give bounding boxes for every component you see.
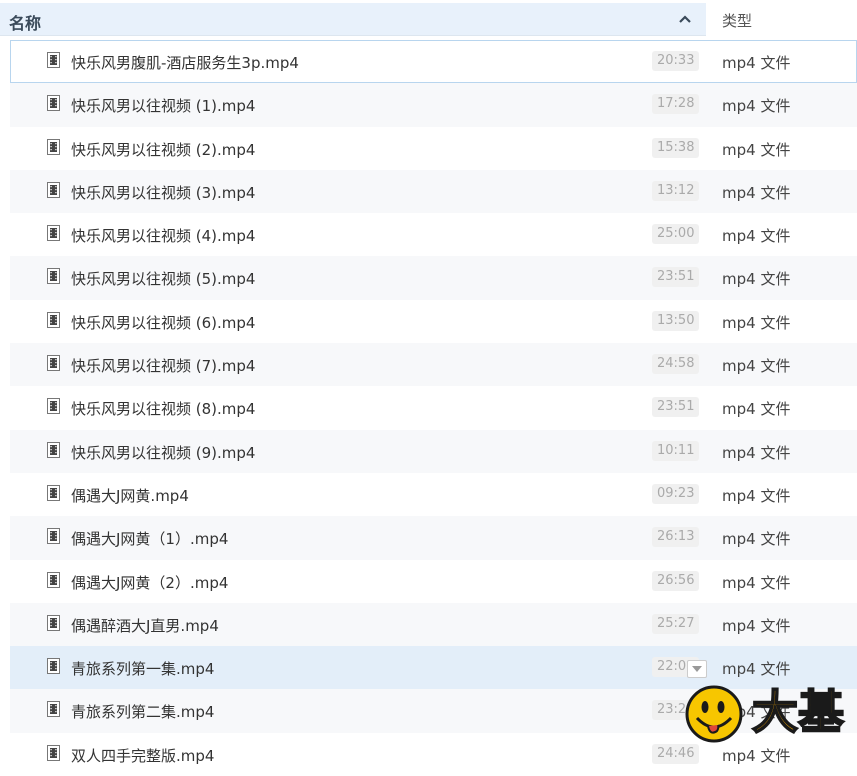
duration-badge: 24:58 — [652, 354, 700, 375]
file-row[interactable]: 快乐风男腹肌-酒店服务生3p.mp4 20:33 mp4 文件 — [10, 40, 857, 84]
video-file-icon — [47, 614, 60, 631]
column-header: 名称 类型 — [0, 0, 857, 38]
chevron-down-icon — [692, 666, 702, 673]
file-name[interactable]: 快乐风男以往视频 (7).mp4 — [71, 355, 255, 376]
video-file-icon — [47, 441, 60, 458]
file-name[interactable]: 快乐风男以往视频 (1).mp4 — [71, 95, 255, 116]
duration-badge: 26:56 — [652, 570, 700, 591]
duration-badge: 10:11 — [652, 440, 700, 461]
file-name[interactable]: 快乐风男腹肌-酒店服务生3p.mp4 — [71, 52, 299, 73]
duration-badge: 20:33 — [652, 51, 700, 71]
smiley-icon — [685, 685, 743, 743]
file-name[interactable]: 偶遇醉酒大J直男.mp4 — [71, 615, 219, 636]
video-file-icon — [47, 138, 60, 155]
duration-badge: 23:51 — [652, 267, 700, 288]
duration-badge: 24:46 — [652, 743, 700, 764]
file-type: mp4 文件 — [722, 357, 791, 376]
file-type: mp4 文件 — [722, 227, 791, 246]
file-name[interactable]: 快乐风男以往视频 (3).mp4 — [71, 182, 255, 203]
file-type: mp4 文件 — [722, 140, 791, 159]
video-file-icon — [47, 398, 60, 415]
video-file-icon — [47, 181, 60, 198]
file-name[interactable]: 快乐风男以往视频 (8).mp4 — [71, 398, 255, 419]
file-list: 快乐风男腹肌-酒店服务生3p.mp4 20:33 mp4 文件 快乐风男以往视频 (1… — [10, 40, 857, 776]
duration-badge: 25:27 — [652, 613, 700, 634]
duration-badge: 25:00 — [652, 224, 700, 245]
file-name[interactable]: 偶遇大J网黄.mp4 — [71, 485, 189, 506]
type-column-label: 类型 — [722, 12, 753, 30]
file-type: mp4 文件 — [722, 616, 791, 635]
file-row[interactable]: 快乐风男以往视频 (3).mp4 13:12 mp4 文件 — [10, 169, 857, 214]
video-file-icon — [47, 355, 60, 372]
video-file-icon — [47, 658, 60, 675]
file-type: mp4 文件 — [722, 660, 791, 679]
file-row[interactable]: 快乐风男以往视频 (4).mp4 25:00 mp4 文件 — [10, 213, 857, 256]
file-type: mp4 文件 — [722, 400, 791, 419]
video-file-icon — [47, 484, 60, 501]
file-type: mp4 文件 — [722, 443, 791, 462]
file-name[interactable]: 快乐风男以往视频 (4).mp4 — [71, 225, 255, 246]
file-type: mp4 文件 — [722, 573, 791, 592]
duration-badge: 13:50 — [652, 310, 700, 331]
file-name[interactable]: 偶遇大J网黄（2）.mp4 — [71, 572, 228, 593]
video-file-icon — [47, 95, 60, 112]
file-type: mp4 文件 — [722, 270, 791, 289]
row-dropdown-button[interactable] — [687, 660, 707, 679]
duration-badge: 23:51 — [652, 397, 700, 418]
file-name[interactable]: 快乐风男以往视频 (5).mp4 — [71, 268, 255, 289]
file-name[interactable]: 偶遇大J网黄（1）.mp4 — [71, 528, 228, 549]
sort-ascending-icon[interactable] — [678, 14, 692, 24]
file-row[interactable]: 快乐风男以往视频 (5).mp4 23:51 mp4 文件 — [10, 256, 857, 300]
type-column-header[interactable]: 类型 — [710, 3, 857, 35]
name-column-header[interactable]: 名称 — [0, 3, 706, 36]
name-column-label: 名称 — [9, 14, 42, 33]
file-type: mp4 文件 — [722, 97, 791, 116]
file-row[interactable]: 偶遇大J网黄.mp4 09:23 mp4 文件 — [10, 473, 857, 516]
video-file-icon — [47, 225, 60, 242]
duration-badge: 17:28 — [652, 94, 700, 115]
video-file-icon — [47, 52, 60, 68]
file-name[interactable]: 快乐风男以往视频 (6).mp4 — [71, 312, 255, 333]
file-type: mp4 文件 — [722, 54, 791, 72]
file-row[interactable]: 偶遇大J网黄（1）.mp4 26:13 mp4 文件 — [10, 516, 857, 560]
file-name[interactable]: 快乐风男以往视频 (2).mp4 — [71, 139, 255, 160]
video-file-icon — [47, 528, 60, 545]
file-name[interactable]: 青旅系列第二集.mp4 — [71, 701, 214, 722]
video-file-icon — [47, 744, 60, 761]
file-row[interactable]: 偶遇大J网黄（2）.mp4 26:56 mp4 文件 — [10, 560, 857, 603]
duration-badge: 09:23 — [652, 483, 700, 504]
file-row[interactable]: 快乐风男以往视频 (2).mp4 15:38 mp4 文件 — [10, 127, 857, 170]
file-type: mp4 文件 — [722, 313, 791, 332]
file-name[interactable]: 双人四手完整版.mp4 — [71, 745, 214, 766]
video-file-icon — [47, 701, 60, 718]
file-type: mp4 文件 — [722, 746, 791, 765]
file-type: mp4 文件 — [722, 530, 791, 549]
video-file-icon — [47, 571, 60, 588]
file-row[interactable]: 快乐风男以往视频 (1).mp4 17:28 mp4 文件 — [10, 83, 857, 127]
video-file-icon — [47, 268, 60, 285]
file-name[interactable]: 青旅系列第一集.mp4 — [71, 658, 214, 679]
watermark-logo: 大基 — [684, 684, 857, 744]
file-row[interactable]: 偶遇醉酒大J直男.mp4 25:27 mp4 文件 — [10, 602, 857, 647]
file-row[interactable]: 快乐风男以往视频 (8).mp4 23:51 mp4 文件 — [10, 386, 857, 429]
video-file-icon — [47, 311, 60, 328]
file-type: mp4 文件 — [722, 486, 791, 505]
file-type: mp4 文件 — [722, 183, 791, 202]
duration-badge: 15:38 — [652, 137, 700, 158]
file-row[interactable]: 快乐风男以往视频 (9).mp4 10:11 mp4 文件 — [10, 429, 857, 473]
watermark-text: 大基 — [751, 684, 845, 740]
file-row[interactable]: 快乐风男以往视频 (6).mp4 13:50 mp4 文件 — [10, 300, 857, 343]
duration-badge: 26:13 — [652, 527, 700, 548]
file-name[interactable]: 快乐风男以往视频 (9).mp4 — [71, 442, 255, 463]
file-row[interactable]: 青旅系列第一集.mp4 22:00 mp4 文件 — [10, 646, 857, 690]
file-row[interactable]: 快乐风男以往视频 (7).mp4 24:58 mp4 文件 — [10, 343, 857, 387]
duration-badge: 13:12 — [652, 180, 700, 201]
